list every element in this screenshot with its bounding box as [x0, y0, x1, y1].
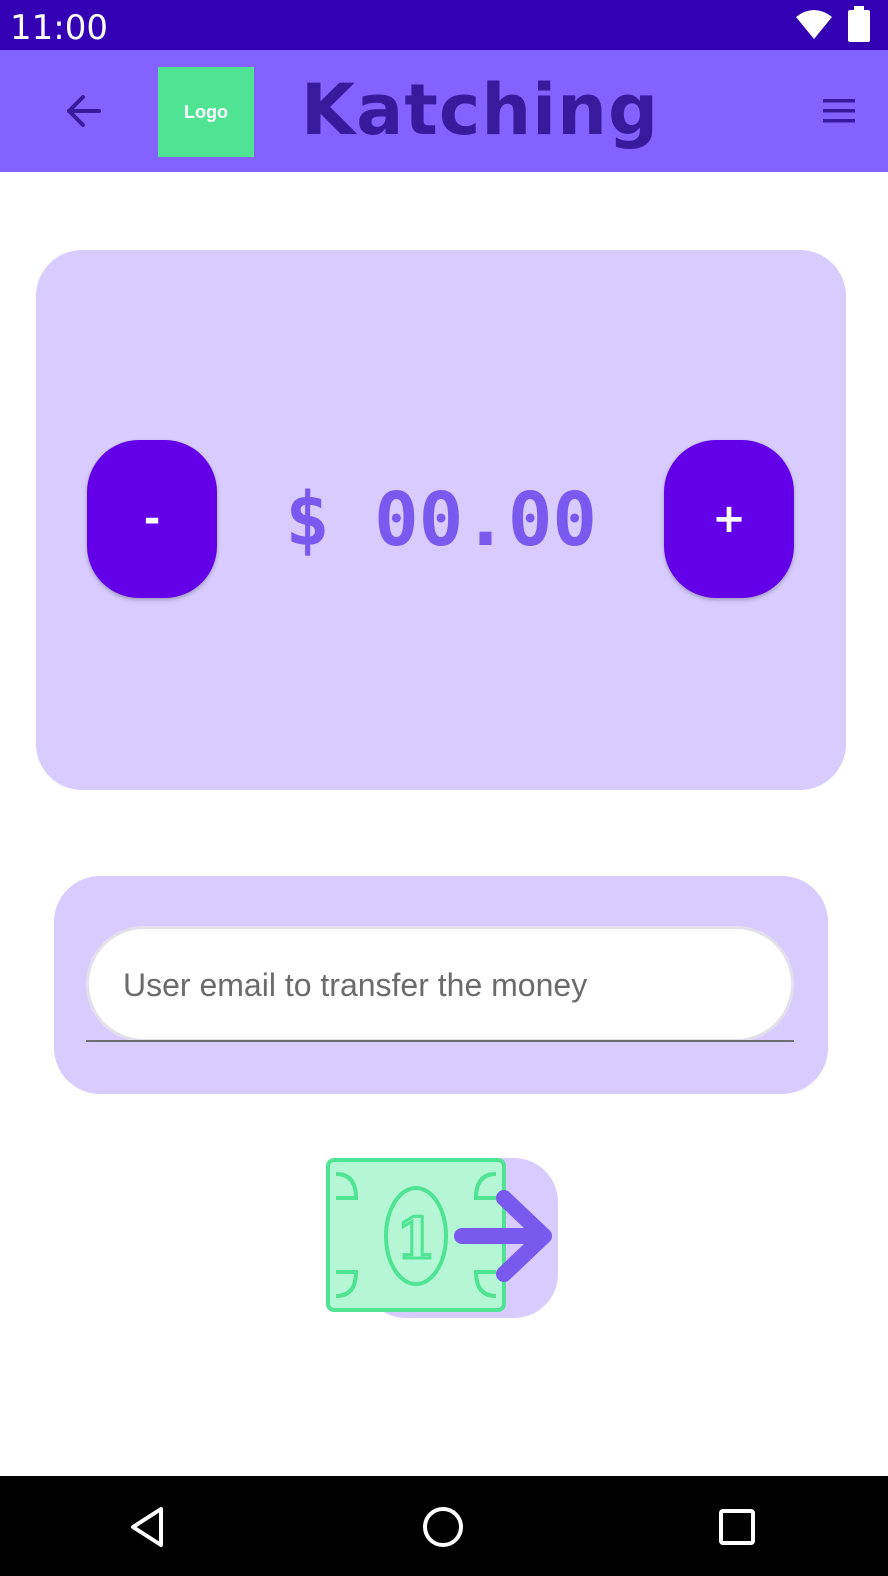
- email-card: [54, 876, 828, 1094]
- wifi-icon: [794, 7, 834, 41]
- hamburger-menu-icon: [821, 96, 857, 126]
- logo: Logo: [158, 67, 254, 157]
- nav-home-button[interactable]: [418, 1502, 468, 1552]
- back-button[interactable]: [58, 86, 108, 136]
- email-field-underline: [86, 1040, 794, 1042]
- increase-amount-button[interactable]: +: [664, 440, 794, 598]
- money-send-icon: 1: [326, 1158, 558, 1318]
- status-bar: 11:00: [0, 0, 888, 50]
- decrease-amount-button[interactable]: -: [87, 440, 217, 598]
- email-field[interactable]: [121, 949, 765, 1021]
- status-time: 11:00: [10, 8, 108, 48]
- system-nav-bar: [0, 1476, 888, 1576]
- nav-back-button[interactable]: [122, 1502, 172, 1552]
- arrow-left-icon: [63, 93, 103, 129]
- app-title: Katching: [290, 60, 670, 160]
- app-bar: Logo Katching: [0, 50, 888, 172]
- status-icons: [794, 6, 870, 42]
- amount-display: $ 00.00: [226, 472, 656, 568]
- amount-card: - $ 00.00 +: [36, 250, 846, 790]
- nav-home-icon: [421, 1505, 465, 1549]
- battery-icon: [848, 6, 870, 42]
- menu-button[interactable]: [816, 88, 862, 134]
- nav-recents-icon: [715, 1505, 759, 1549]
- email-field-container: [86, 926, 794, 1042]
- banknote-digit: 1: [397, 1206, 436, 1272]
- nav-recents-button[interactable]: [712, 1502, 762, 1552]
- nav-back-icon: [125, 1505, 169, 1549]
- send-money-button[interactable]: 1: [326, 1158, 558, 1318]
